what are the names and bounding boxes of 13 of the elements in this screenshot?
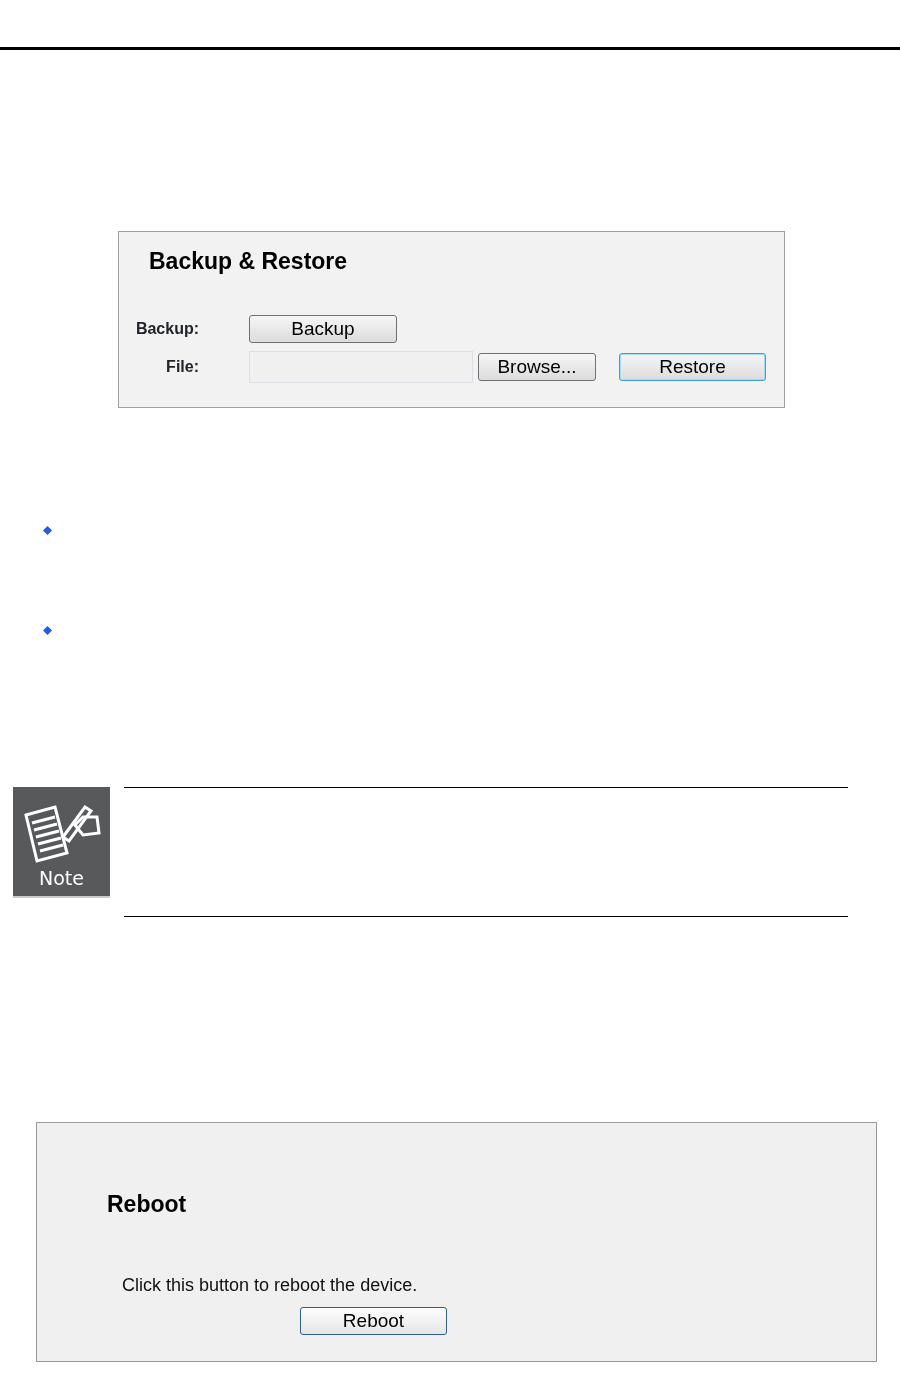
- browse-button[interactable]: Browse...: [478, 352, 596, 381]
- bullet-icon: [43, 626, 52, 635]
- note-writing-icon: [22, 803, 101, 865]
- field-label: Backup:: [134, 318, 199, 339]
- reboot-button[interactable]: Reboot: [300, 1306, 447, 1335]
- restore-button[interactable]: Restore: [619, 352, 766, 381]
- field-label: File:: [165, 356, 199, 377]
- backup-button[interactable]: Backup: [249, 314, 397, 343]
- panel-text: Click this button to reboot the device.: [122, 1273, 418, 1297]
- panel-title: Backup & Restore: [149, 247, 348, 276]
- panel-title: Reboot: [107, 1190, 187, 1219]
- bullet-icon: [43, 526, 52, 535]
- note-label: Note: [39, 869, 84, 888]
